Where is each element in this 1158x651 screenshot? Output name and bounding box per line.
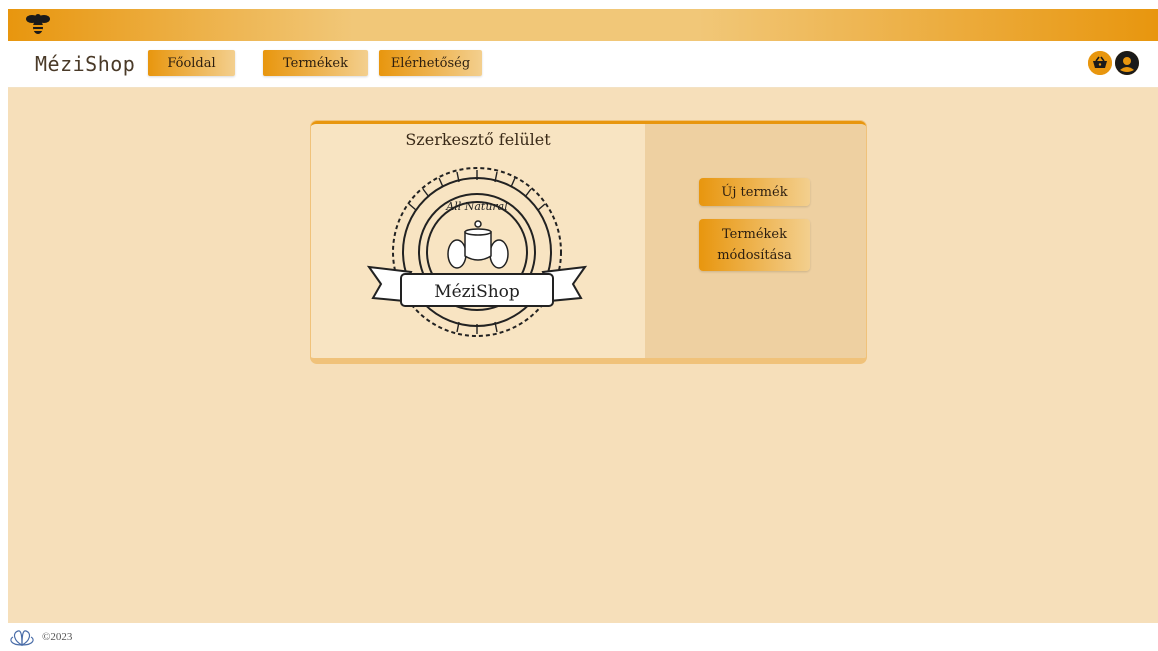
footer: ©2023: [8, 625, 208, 649]
navbar: MéziShop Főoldal Termékek Elérhetőség: [8, 41, 1158, 89]
new-product-button[interactable]: Új termék: [699, 178, 810, 206]
brand-name[interactable]: MéziShop: [35, 52, 135, 76]
editor-title: Szerkesztő felület: [405, 130, 551, 149]
editor-panel-left: Szerkesztő felület All Natural MéziShop: [311, 124, 645, 358]
edit-products-label-line2: módosítása: [717, 248, 792, 263]
editor-panel: Szerkesztő felület All Natural MéziShop …: [311, 121, 866, 363]
editor-panel-actions: Új termék Termékek módosítása: [645, 124, 866, 358]
nav-products-button[interactable]: Termékek: [263, 50, 368, 76]
copyright-text: ©2023: [42, 631, 73, 643]
edit-products-button[interactable]: Termékek módosítása: [699, 219, 810, 271]
badge-top-text: All Natural: [445, 200, 508, 213]
badge-ribbon-text: MéziShop: [434, 282, 520, 302]
edit-products-label-line1: Termékek: [721, 227, 788, 242]
flower-icon: [10, 630, 34, 646]
nav-contact-button[interactable]: Elérhetőség: [379, 50, 482, 76]
user-circle-icon[interactable]: [1115, 51, 1139, 75]
bee-icon[interactable]: [26, 11, 50, 37]
main-content: Szerkesztő felület All Natural MéziShop …: [8, 88, 1158, 623]
top-accent-bar: [8, 9, 1158, 41]
nav-home-button[interactable]: Főoldal: [148, 50, 235, 76]
all-natural-badge-logo: All Natural MéziShop: [366, 167, 588, 337]
basket-icon[interactable]: [1088, 51, 1112, 75]
